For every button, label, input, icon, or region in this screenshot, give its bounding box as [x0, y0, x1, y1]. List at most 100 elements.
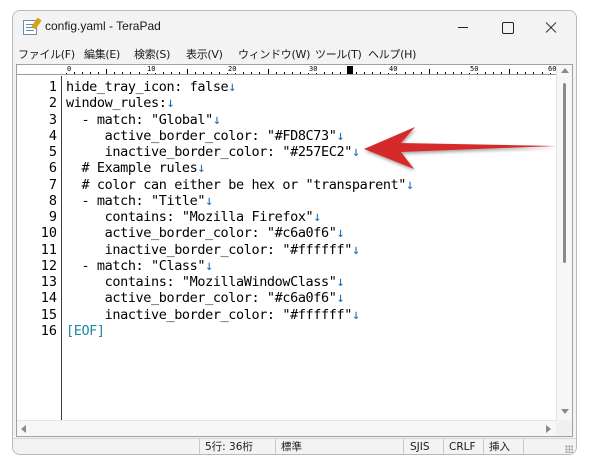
code-line[interactable]: contains: "Mozilla Firefox"↓ — [66, 209, 322, 225]
code-line[interactable]: - match: "Class"↓ — [66, 258, 213, 274]
minimize-button[interactable] — [441, 11, 485, 43]
status-insert-mode: 挿入 — [483, 439, 523, 454]
scrollbar-corner — [556, 420, 572, 436]
code-line-text: window_rules: — [66, 95, 167, 111]
terapad-notepad-icon[interactable] — [23, 20, 37, 35]
scroll-up-icon[interactable] — [561, 68, 569, 73]
maximize-button[interactable] — [485, 11, 529, 43]
code-line[interactable]: - match: "Global"↓ — [66, 112, 221, 128]
scroll-left-icon[interactable] — [21, 425, 26, 433]
menu-window[interactable]: ウィンドウ(W) — [238, 46, 310, 62]
line-number: 10 — [40, 225, 57, 241]
line-number: 8 — [48, 193, 57, 209]
code-line-text: - match: "Global" — [66, 112, 213, 128]
scroll-down-icon[interactable] — [561, 409, 569, 414]
editor-area[interactable]: 0 10 20 30 40 50 60 1 2 3 4 5 6 7 8 9 10 11 12 13 14 1… — [16, 64, 573, 437]
newline-marker-icon: ↓ — [336, 290, 345, 306]
scroll-right-icon[interactable] — [546, 425, 551, 433]
newline-marker-icon: ↓ — [166, 95, 175, 111]
code-line-text: - match: "Class" — [66, 258, 206, 274]
line-number: 12 — [40, 258, 57, 274]
newline-marker-icon: ↓ — [313, 209, 322, 225]
code-line[interactable]: window_rules:↓ — [66, 95, 175, 111]
title-bar[interactable]: config.yaml - TeraPad — [13, 11, 576, 43]
code-line[interactable]: [EOF] — [66, 323, 105, 339]
ruler-label: 40 — [388, 65, 399, 73]
line-number: 5 — [48, 144, 57, 160]
line-number: 6 — [48, 160, 57, 176]
menu-help[interactable]: ヘルプ(H) — [368, 46, 416, 62]
code-line[interactable]: # Example rules↓ — [66, 160, 205, 176]
status-cursor-position: 5行: 36桁 — [199, 439, 275, 454]
code-line-text: contains: "Mozilla Firefox" — [66, 209, 314, 225]
window-title: config.yaml - TeraPad — [45, 19, 161, 33]
code-line-text: inactive_border_color: "#ffffff" — [66, 242, 353, 258]
code-line[interactable]: inactive_border_color: "#ffffff"↓ — [66, 307, 360, 323]
line-number: 7 — [48, 177, 57, 193]
code-line-text: active_border_color: "#c6a0f6" — [66, 290, 337, 306]
status-line-ending: CRLF — [443, 439, 483, 454]
code-line-text: active_border_color: "#c6a0f6" — [66, 225, 337, 241]
menu-tools[interactable]: ツール(T) — [315, 46, 362, 62]
status-encoding: SJIS — [403, 439, 443, 454]
newline-marker-icon: ↓ — [212, 112, 221, 128]
terapad-window: config.yaml - TeraPad ファイル(F) 編集(E) 検索(S… — [12, 10, 577, 455]
code-line[interactable]: inactive_border_color: "#ffffff"↓ — [66, 242, 360, 258]
line-number: 16 — [40, 323, 57, 339]
newline-marker-icon: ↓ — [406, 177, 414, 193]
code-line-text: inactive_border_color: "#257EC2" — [66, 144, 353, 160]
code-line-text: - match: "Title" — [66, 193, 206, 209]
status-bar: 5行: 36桁 標準 SJIS CRLF 挿入 — [13, 438, 576, 454]
ruler-label: 10 — [146, 65, 157, 73]
newline-marker-icon: ↓ — [336, 128, 345, 144]
newline-marker-icon: ↓ — [351, 144, 360, 160]
newline-marker-icon: ↓ — [351, 307, 360, 323]
vertical-scroll-thumb[interactable] — [563, 83, 566, 263]
ruler-label: 30 — [308, 65, 319, 73]
code-line-text: inactive_border_color: "#ffffff" — [66, 307, 353, 323]
ruler-label: 60 — [547, 65, 556, 73]
code-line-text: hide_tray_icon: false — [66, 79, 229, 95]
status-mode: 標準 — [275, 439, 403, 454]
code-line[interactable]: hide_tray_icon: false↓ — [66, 79, 236, 95]
newline-marker-icon: ↓ — [205, 193, 213, 209]
code-line-text: contains: "MozillaWindowClass" — [66, 274, 337, 290]
menu-file[interactable]: ファイル(F) — [18, 46, 75, 62]
line-number: 9 — [48, 209, 57, 225]
line-number: 3 — [48, 112, 57, 128]
code-line[interactable]: active_border_color: "#c6a0f6"↓ — [66, 290, 345, 306]
code-line-text: # color can either be hex or "transparen… — [66, 177, 407, 193]
code-line[interactable]: active_border_color: "#FD8C73"↓ — [66, 128, 345, 144]
code-line-text: [EOF] — [66, 323, 105, 339]
horizontal-scrollbar[interactable] — [17, 420, 556, 436]
code-line[interactable]: inactive_border_color: "#257EC2"↓ — [66, 144, 360, 160]
vertical-scrollbar[interactable] — [556, 65, 572, 420]
ruler-label: 20 — [227, 65, 238, 73]
close-button[interactable] — [529, 11, 573, 43]
line-number: 1 — [48, 79, 57, 95]
menu-edit[interactable]: 編集(E) — [84, 46, 120, 62]
newline-marker-icon: ↓ — [351, 242, 360, 258]
newline-marker-icon: ↓ — [197, 160, 206, 176]
line-number: 14 — [40, 290, 57, 306]
ruler-label: 50 — [469, 65, 480, 73]
code-line[interactable]: active_border_color: "#c6a0f6"↓ — [66, 225, 345, 241]
menu-bar: ファイル(F) 編集(E) 検索(S) 表示(V) ウィンドウ(W) ツール(T… — [13, 43, 576, 63]
column-ruler: 0 10 20 30 40 50 60 — [17, 65, 556, 75]
ruler-label: 0 — [66, 65, 73, 73]
newline-marker-icon: ↓ — [336, 225, 345, 241]
menu-view[interactable]: 表示(V) — [186, 46, 223, 62]
code-line[interactable]: contains: "MozillaWindowClass"↓ — [66, 274, 345, 290]
line-number-divider — [61, 76, 62, 422]
ruler-caret-marker — [347, 66, 353, 74]
menu-search[interactable]: 検索(S) — [134, 46, 170, 62]
code-line-text: active_border_color: "#FD8C73" — [66, 128, 337, 144]
code-line-text: # Example rules — [66, 160, 198, 176]
line-number: 13 — [40, 274, 57, 290]
newline-marker-icon: ↓ — [228, 79, 237, 95]
line-number: 2 — [48, 95, 57, 111]
newline-marker-icon: ↓ — [205, 258, 213, 274]
resize-grip-icon[interactable] — [565, 445, 573, 453]
code-line[interactable]: # color can either be hex or "transparen… — [66, 177, 414, 193]
code-line[interactable]: - match: "Title"↓ — [66, 193, 213, 209]
